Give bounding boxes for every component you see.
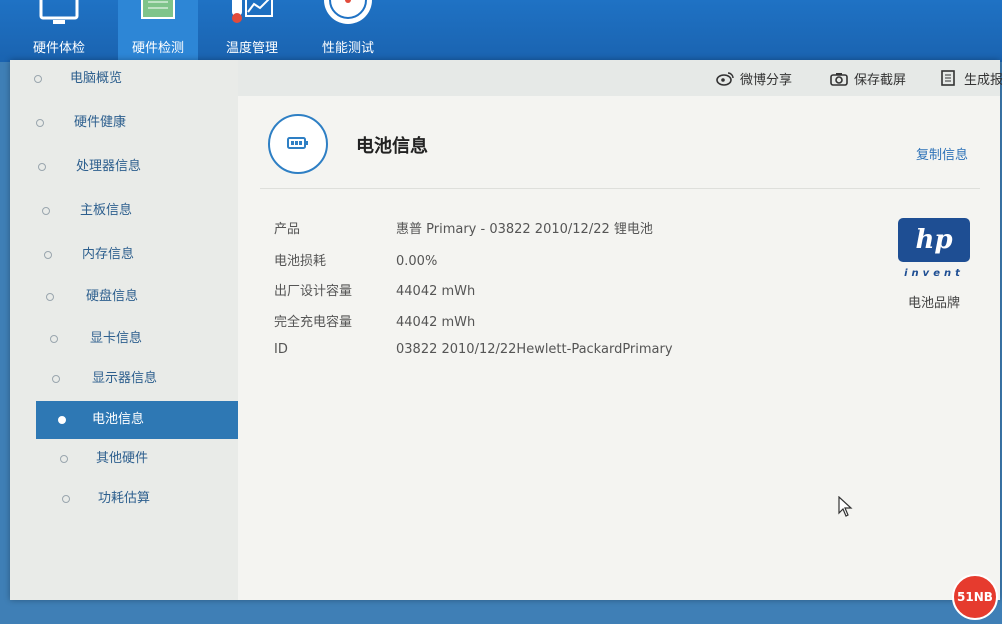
sidebar-item-label: 处理器信息: [76, 159, 142, 174]
sidebar-item-label: 功耗估算: [98, 491, 151, 506]
page-title: 电池信息: [356, 136, 428, 157]
sidebar: 电脑概览 硬件健康 处理器信息 主板信息 内存信息 硬盘信息 显卡信息 显示器信…: [10, 60, 239, 600]
bullet-icon: [36, 119, 44, 127]
sidebar-item-label: 其他硬件: [96, 451, 149, 466]
top-nav: 硬件体检 硬件检测 温度管理 性能测试: [0, 0, 1002, 62]
sidebar-item-label: 硬件健康: [74, 115, 127, 130]
info-value: 03822 2010/12/22Hewlett-PackardPrimary: [396, 342, 673, 357]
hp-logo-text: hp: [915, 225, 953, 255]
thermometer-icon: [226, 0, 278, 32]
speedometer-icon: [322, 0, 374, 32]
copy-info-link[interactable]: 复制信息: [916, 144, 968, 163]
nav-item-performance[interactable]: 性能测试: [310, 0, 386, 62]
info-value: 惠普 Primary - 03822 2010/12/22 锂电池: [396, 222, 653, 237]
weibo-share-button[interactable]: 微博分享: [716, 69, 792, 88]
sidebar-item-label: 内存信息: [82, 247, 135, 262]
bullet-icon: [38, 163, 46, 171]
divider: [260, 188, 980, 189]
nav-label: 温度管理: [225, 41, 278, 56]
nav-label: 硬件检测: [131, 41, 184, 56]
motherboard-icon: [134, 0, 182, 32]
bullet-icon: [44, 251, 52, 259]
bullet-icon: [62, 495, 70, 503]
mouse-cursor-icon: [838, 495, 854, 522]
info-row-id: ID 03822 2010/12/22Hewlett-PackardPrimary: [274, 342, 673, 357]
sidebar-item-gpu[interactable]: 显卡信息: [10, 320, 238, 358]
info-row-full-capacity: 完全充电容量 44042 mWh: [274, 311, 475, 330]
info-value: 44042 mWh: [396, 315, 476, 330]
sidebar-item-other[interactable]: 其他硬件: [10, 440, 238, 478]
save-screenshot-label: 保存截屏: [854, 73, 907, 88]
battery-brand-label: 电池品牌: [907, 296, 960, 311]
info-row-design-capacity: 出厂设计容量 44042 mWh: [274, 280, 475, 299]
sidebar-item-memory[interactable]: 内存信息: [10, 236, 238, 274]
info-value: 44042 mWh: [396, 284, 476, 299]
sidebar-item-disk[interactable]: 硬盘信息: [10, 278, 238, 316]
bullet-icon: [46, 293, 54, 301]
generate-report-button[interactable]: 生成报: [940, 69, 1002, 88]
sidebar-item-label: 主板信息: [80, 203, 133, 218]
bullet-icon: [42, 207, 50, 215]
bullet-icon: [52, 375, 60, 383]
nav-label: 硬件体检: [32, 41, 85, 56]
bullet-icon: [50, 335, 58, 343]
sidebar-item-overview[interactable]: 电脑概览: [10, 60, 238, 98]
sidebar-item-battery[interactable]: 电池信息: [36, 401, 238, 439]
sidebar-item-motherboard[interactable]: 主板信息: [10, 192, 238, 230]
info-key: 出厂设计容量: [274, 284, 353, 299]
nav-item-hardware-detect[interactable]: 硬件检测: [118, 0, 198, 62]
weibo-icon: [716, 72, 734, 86]
nav-label: 性能测试: [321, 41, 374, 56]
generate-report-label: 生成报: [964, 73, 1002, 88]
sidebar-item-cpu[interactable]: 处理器信息: [10, 148, 238, 186]
sidebar-item-label: 显示器信息: [92, 371, 158, 386]
sidebar-item-health[interactable]: 硬件健康: [10, 104, 238, 142]
sidebar-item-display[interactable]: 显示器信息: [10, 360, 238, 398]
watermark-logo: 51NB: [952, 574, 998, 620]
save-screenshot-button[interactable]: 保存截屏: [830, 69, 906, 88]
nav-item-hardware-checkup[interactable]: 硬件体检: [18, 0, 100, 62]
hp-logo: hp: [898, 218, 970, 262]
info-row-product: 产品 惠普 Primary - 03822 2010/12/22 锂电池: [274, 218, 653, 237]
info-value: 0.00%: [396, 254, 438, 269]
toolbar: 微博分享 保存截屏 生成报: [238, 60, 1002, 97]
nav-item-temperature[interactable]: 温度管理: [214, 0, 290, 62]
bullet-icon: [34, 75, 42, 83]
sidebar-item-power[interactable]: 功耗估算: [10, 480, 238, 518]
monitor-icon: [35, 0, 83, 32]
sidebar-item-label: 硬盘信息: [86, 289, 139, 304]
sidebar-item-label: 电池信息: [92, 412, 145, 427]
camera-icon: [830, 72, 848, 86]
hp-logo-invent: invent: [904, 268, 964, 279]
bullet-icon: [60, 455, 68, 463]
sidebar-item-label: 显卡信息: [90, 331, 143, 346]
info-key: ID: [274, 342, 288, 357]
bullet-icon: [58, 416, 66, 424]
battery-info-panel: 电池信息 复制信息 产品 惠普 Primary - 03822 2010/12/2…: [238, 96, 1000, 600]
sidebar-item-label: 电脑概览: [70, 71, 123, 86]
info-row-wear: 电池损耗 0.00%: [274, 250, 437, 269]
info-key: 产品: [274, 222, 301, 237]
battery-icon: [268, 114, 328, 174]
weibo-share-label: 微博分享: [740, 73, 793, 88]
report-icon: [940, 70, 956, 86]
info-key: 电池损耗: [274, 254, 327, 269]
info-key: 完全充电容量: [274, 315, 353, 330]
